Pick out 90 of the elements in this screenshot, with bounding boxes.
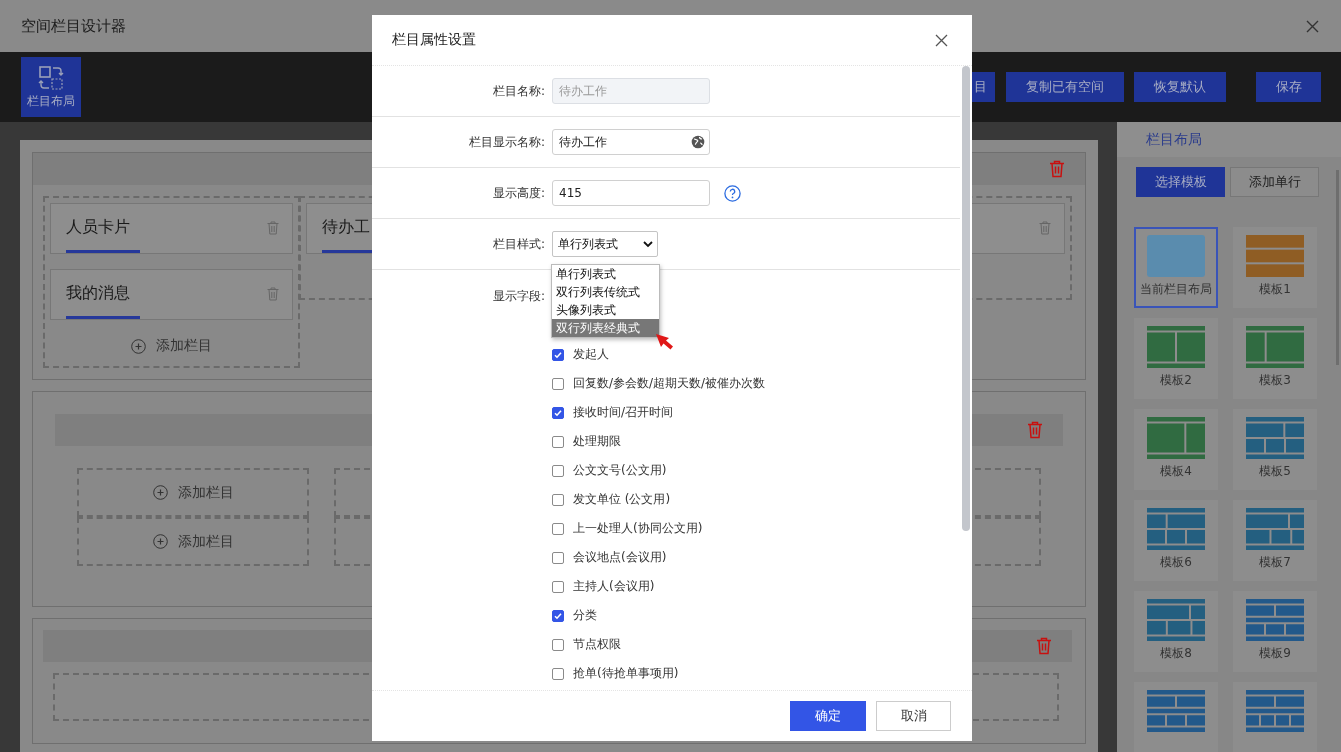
checkbox-label: 接收时间/召开时间	[573, 404, 674, 421]
dialog-title: 栏目属性设置	[392, 31, 476, 49]
toolbar-button[interactable]: 复制已有空间	[1006, 72, 1124, 102]
add-column-button[interactable]: 添加栏目	[77, 517, 309, 566]
template-card[interactable]: 模板1	[1233, 227, 1317, 308]
checkbox[interactable]	[552, 406, 564, 419]
column-card[interactable]: 人员卡片	[50, 203, 293, 254]
checkbox[interactable]	[552, 522, 564, 535]
template-card[interactable]: 模板3	[1233, 318, 1317, 399]
checkbox-label: 抢单(待抢单事项用)	[573, 665, 679, 682]
globe-icon[interactable]	[691, 135, 705, 149]
style-select[interactable]: 单行列表式	[552, 231, 658, 257]
template-label: 模板8	[1160, 645, 1192, 662]
dropdown-option[interactable]: 双行列表经典式	[552, 319, 659, 337]
trash-icon[interactable]	[267, 221, 279, 235]
template-label: 当前栏目布局	[1140, 281, 1212, 298]
checkbox-label: 公文文号(公文用)	[573, 462, 667, 479]
checkbox[interactable]	[552, 435, 564, 448]
checkbox-label: 会议地点(会议用)	[573, 549, 667, 566]
checkbox-label: 发起人	[573, 346, 609, 363]
dropdown-option[interactable]: 单行列表式	[552, 265, 659, 283]
field-label: 显示字段:	[491, 288, 545, 305]
text-field[interactable]: 415	[552, 180, 710, 206]
trash-icon[interactable]	[267, 287, 279, 301]
panel-tab[interactable]: 添加单行	[1230, 167, 1319, 197]
field-label: 栏目显示名称:	[467, 133, 545, 151]
template-card[interactable]: 模板2	[1134, 318, 1218, 399]
checkbox[interactable]	[552, 609, 564, 622]
checkbox[interactable]	[552, 377, 564, 390]
plus-circle-icon	[152, 485, 168, 500]
template-card[interactable]: 模板5	[1233, 409, 1317, 490]
confirm-button[interactable]: 确定	[790, 701, 866, 731]
template-card[interactable]: 当前栏目布局	[1134, 227, 1218, 308]
plus-circle-icon	[131, 338, 146, 354]
panel-title: 栏目布局	[1146, 130, 1202, 149]
template-card[interactable]: 模板9	[1233, 591, 1317, 672]
template-label: 模板5	[1259, 463, 1291, 480]
window-title: 空间栏目设计器	[21, 16, 126, 36]
panel-tab[interactable]: 选择模板	[1136, 167, 1225, 197]
layout-swap-icon	[38, 64, 64, 91]
template-label: 模板6	[1160, 554, 1192, 571]
template-label: 模板9	[1259, 645, 1291, 662]
checkbox[interactable]	[552, 667, 564, 680]
checkbox[interactable]	[552, 580, 564, 593]
dropdown-option[interactable]: 双行列表传统式	[552, 283, 659, 301]
trash-icon[interactable]	[1039, 221, 1051, 235]
template-card[interactable]: 模板6	[1134, 500, 1218, 581]
dropdown-option[interactable]: 头像列表式	[552, 301, 659, 319]
checkbox[interactable]	[552, 493, 564, 506]
checkbox[interactable]	[552, 638, 564, 651]
template-card[interactable]	[1233, 682, 1317, 752]
template-label: 模板2	[1160, 372, 1192, 389]
add-column-button[interactable]: 添加栏目	[50, 337, 293, 355]
checkbox[interactable]	[552, 348, 564, 361]
checkbox-label: 分类	[573, 607, 597, 624]
card-title: 我的消息	[66, 283, 140, 319]
chevron-down-icon	[643, 240, 653, 248]
checkbox-label: 节点权限	[573, 636, 621, 653]
cursor-arrow-icon	[656, 334, 674, 350]
text-field[interactable]: 待办工作	[552, 129, 710, 155]
layout-button[interactable]: 栏目布局	[21, 57, 81, 117]
cancel-button[interactable]: 取消	[876, 701, 951, 731]
template-card[interactable]: 模板8	[1134, 591, 1218, 672]
template-card[interactable]: 模板7	[1233, 500, 1317, 581]
add-column-button[interactable]: 添加栏目	[77, 468, 309, 517]
template-label: 模板4	[1160, 463, 1192, 480]
checkbox-label: 发文单位 (公文用)	[573, 491, 671, 508]
template-label: 模板3	[1259, 372, 1291, 389]
field-label: 显示高度:	[491, 184, 545, 202]
template-card[interactable]	[1134, 682, 1218, 752]
plus-circle-icon	[152, 534, 168, 549]
checkbox-label: 处理期限	[573, 433, 621, 450]
scrollbar[interactable]	[962, 66, 970, 531]
help-icon[interactable]	[724, 184, 741, 202]
checkbox-label: 主持人(会议用)	[573, 578, 655, 595]
card-title: 人员卡片	[66, 217, 140, 253]
toolbar-button[interactable]: 保存	[1256, 72, 1321, 102]
template-label: 模板7	[1259, 554, 1291, 571]
close-icon[interactable]	[1306, 19, 1319, 33]
template-label: 模板1	[1259, 281, 1291, 298]
close-icon[interactable]	[935, 33, 948, 47]
checkbox[interactable]	[552, 464, 564, 477]
toolbar-button[interactable]: 恢复默认	[1134, 72, 1226, 102]
field-label: 栏目样式:	[491, 235, 545, 253]
checkbox-label: 上一处理人(协同公文用)	[573, 520, 703, 537]
column-card[interactable]: 我的消息	[50, 269, 293, 320]
template-card[interactable]: 模板4	[1134, 409, 1218, 490]
checkbox-label: 回复数/参会数/超期天数/被催办次数	[573, 375, 766, 392]
field-label: 栏目名称:	[491, 82, 545, 100]
checkbox[interactable]	[552, 551, 564, 564]
